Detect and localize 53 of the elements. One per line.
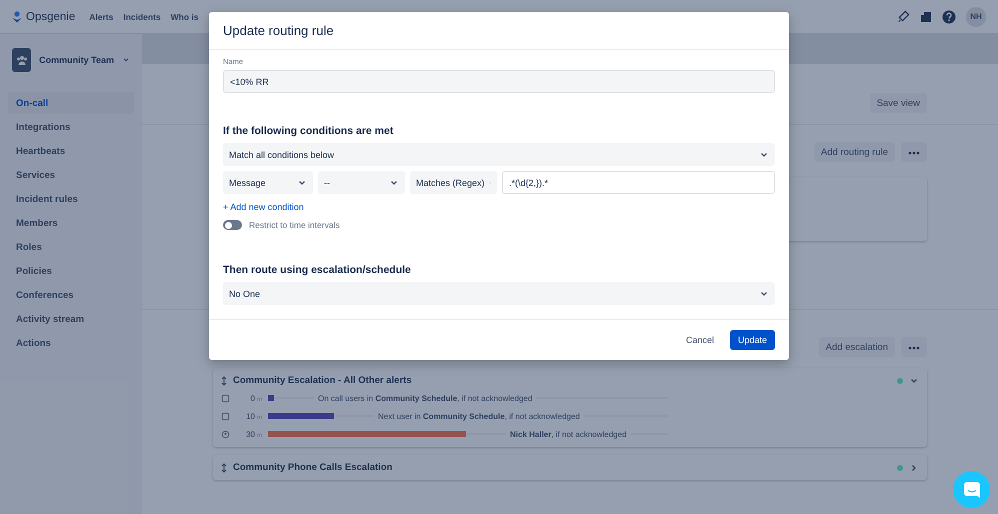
more-icon xyxy=(908,346,920,350)
operator-select[interactable]: -- xyxy=(318,171,405,194)
sidebar-item[interactable]: Incident rules xyxy=(8,188,134,210)
logo-text: Opsgenie xyxy=(26,10,76,22)
update-button[interactable]: Update xyxy=(730,330,775,350)
nav-item[interactable]: Alerts xyxy=(89,12,114,22)
section-heading: If the following conditions are met xyxy=(223,125,394,137)
value-input[interactable]: .*(\d{2,}).* xyxy=(502,171,775,194)
add-escalation-button[interactable]: Add escalation xyxy=(818,337,895,357)
sidebar-item[interactable]: Activity stream xyxy=(8,308,134,330)
more-icon xyxy=(908,150,920,154)
toggle-label: Restrict to time intervals xyxy=(249,220,340,230)
more-button[interactable] xyxy=(901,142,927,162)
more-button[interactable] xyxy=(901,337,927,357)
field-select[interactable]: Message xyxy=(223,171,313,194)
step-description: On call users in Community Schedule, if not acknowledged xyxy=(314,394,536,402)
chat-icon xyxy=(962,480,980,498)
logo-icon xyxy=(12,10,22,22)
sidebar-item[interactable]: Actions xyxy=(8,332,134,354)
chat-button[interactable] xyxy=(953,471,990,508)
nav-item[interactable]: Who is xyxy=(170,12,198,22)
team-name[interactable]: Community Team xyxy=(39,55,114,65)
help-icon[interactable] xyxy=(942,10,956,24)
sidebar-item[interactable]: Policies xyxy=(8,260,134,282)
sidebar-item[interactable]: Heartbeats xyxy=(8,140,134,162)
sidebar-item[interactable]: Conferences xyxy=(8,284,134,306)
cancel-button[interactable]: Cancel xyxy=(680,330,720,350)
logo[interactable]: Opsgenie xyxy=(12,10,76,22)
dialog-title: Update routing rule xyxy=(209,12,789,50)
name-input[interactable]: <10% RR xyxy=(223,70,775,93)
drag-handle-icon[interactable] xyxy=(221,376,227,386)
match-select[interactable]: Match all conditions below xyxy=(223,143,775,166)
route-select[interactable]: No One xyxy=(223,282,775,305)
escalation-title[interactable]: Community Phone Calls Escalation xyxy=(233,462,891,473)
sidebar-item[interactable]: Integrations xyxy=(8,116,134,138)
toggle-switch[interactable] xyxy=(223,220,242,230)
escalation-title[interactable]: Community Escalation - All Other alerts xyxy=(233,375,891,386)
nav-item[interactable]: Incidents xyxy=(123,12,161,22)
team-icon xyxy=(12,48,32,72)
user-icon xyxy=(221,430,230,438)
step-description: Nick Haller, if not acknowledged xyxy=(506,430,631,438)
save-view-button[interactable]: Save view xyxy=(870,93,927,113)
sidebar-item[interactable]: Members xyxy=(8,212,134,234)
sidebar-item[interactable]: Services xyxy=(8,164,134,186)
section-heading: Then route using escalation/schedule xyxy=(223,264,412,276)
step-description: Next user in Community Schedule, if not acknowledged xyxy=(374,412,584,420)
sidebar-item[interactable]: Roles xyxy=(8,236,134,258)
drag-handle-icon[interactable] xyxy=(221,462,227,472)
add-routing-rule-button[interactable]: Add routing rule xyxy=(814,142,895,162)
matcher-select[interactable]: Matches (Regex) xyxy=(410,171,497,194)
sidebar-item[interactable]: On-call xyxy=(8,92,134,114)
user-avatar[interactable]: NH xyxy=(966,6,986,26)
add-condition-link[interactable]: + Add new condition xyxy=(223,202,304,212)
